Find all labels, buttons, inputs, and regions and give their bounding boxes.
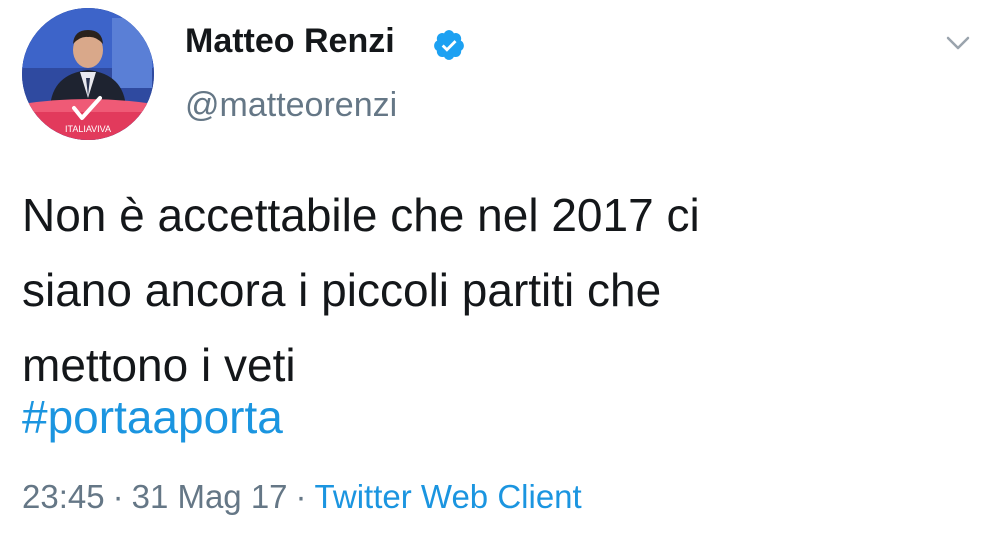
user-handle[interactable]: @matteorenzi: [185, 86, 397, 125]
tweet-card: ITALIAVIVA Matteo Renzi @matteorenzi Non…: [0, 0, 1000, 535]
tweet-text-line: siano ancora i piccoli partiti che: [22, 264, 662, 316]
tweet-time[interactable]: 23:45: [22, 478, 105, 515]
tweet-client-link[interactable]: Twitter Web Client: [315, 478, 582, 515]
tweet-text-line: Non è accettabile che nel 2017 ci: [22, 189, 700, 241]
tweet-text: Non è accettabile che nel 2017 ci siano …: [22, 178, 972, 403]
avatar-image: ITALIAVIVA: [22, 8, 154, 140]
display-name[interactable]: Matteo Renzi: [185, 22, 395, 61]
meta-separator: ·: [112, 478, 124, 515]
avatar[interactable]: ITALIAVIVA: [22, 8, 154, 140]
verified-badge-icon: [434, 30, 464, 60]
hashtag-link[interactable]: #portaaporta: [22, 390, 283, 444]
avatar-badge-text: ITALIAVIVA: [65, 124, 111, 134]
tweet-meta: 23:45 · 31 Mag 17 · Twitter Web Client: [22, 478, 582, 516]
meta-separator: ·: [295, 478, 307, 515]
chevron-down-icon[interactable]: [940, 28, 976, 58]
tweet-date[interactable]: 31 Mag 17: [132, 478, 288, 515]
